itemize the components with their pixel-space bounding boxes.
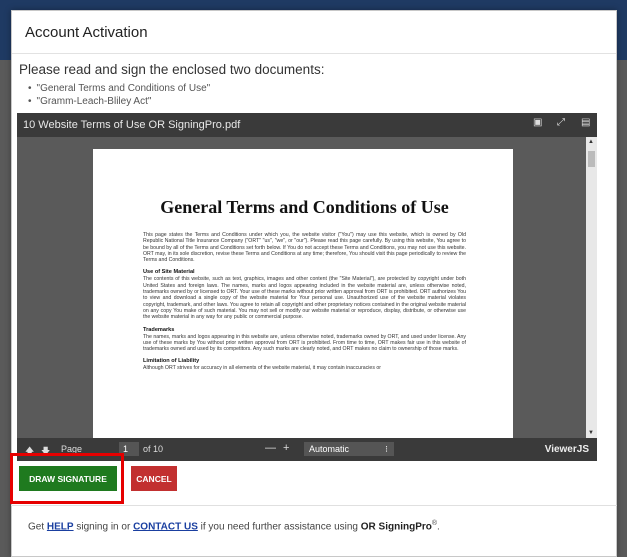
footer-text-tail: if you need further assistance using	[200, 521, 358, 533]
section-body: Although ORT strives for accuracy in all…	[143, 365, 381, 372]
modal-header: Account Activation	[12, 11, 616, 54]
section-body: The names, marks and logos appearing in …	[143, 333, 466, 353]
draw-signature-button[interactable]: DRAW SIGNATURE	[19, 466, 117, 491]
fullscreen-icon[interactable]: ⤢	[557, 118, 567, 128]
footer-divider	[11, 505, 617, 506]
signingpro-brand: OR SigningPro	[360, 521, 432, 533]
document-item-terms: "General Terms and Conditions of Use"	[28, 82, 211, 95]
scroll-down-icon[interactable]: ▼	[588, 430, 594, 436]
modal-title: Account Activation	[25, 24, 148, 41]
zoom-out-button[interactable]: —	[265, 442, 276, 454]
pdf-viewer: 10 Website Terms of Use OR SigningPro.pd…	[17, 113, 597, 461]
document-intro-paragraph: This page states the Terms and Condition…	[143, 232, 466, 264]
section-heading: Limitation of Liability	[143, 358, 200, 365]
footer-period: .	[437, 521, 440, 533]
document-list: "General Terms and Conditions of Use" "G…	[28, 82, 211, 108]
footer-text-mid: signing in or	[76, 521, 131, 533]
help-link[interactable]: HELP	[47, 521, 74, 532]
intro-text: Please read and sign the enclosed two do…	[19, 62, 325, 77]
viewer-toolbar: 10 Website Terms of Use OR SigningPro.pd…	[17, 113, 597, 137]
contact-us-link[interactable]: CONTACT US	[133, 521, 198, 532]
section-heading: Trademarks	[143, 326, 175, 333]
scroll-up-icon[interactable]: ▲	[588, 139, 594, 145]
help-footer: Get HELP signing in or CONTACT US if you…	[28, 520, 440, 532]
viewerjs-brand: ViewerJS	[544, 444, 589, 455]
chevron-updown-icon: ⁝	[385, 444, 388, 454]
footer-text-get: Get	[28, 521, 45, 533]
vertical-scrollbar[interactable]: ▲ ▼	[586, 137, 597, 438]
zoom-value: Automatic	[309, 444, 350, 454]
page-total: of 10	[143, 444, 164, 454]
document-page: General Terms and Conditions of Use This…	[93, 149, 513, 438]
viewer-filename: 10 Website Terms of Use OR SigningPro.pd…	[23, 119, 241, 131]
zoom-in-button[interactable]: +	[283, 442, 289, 454]
download-icon[interactable]: ▤	[581, 118, 591, 128]
document-scroll-area[interactable]: General Terms and Conditions of Use This…	[17, 137, 597, 438]
section-heading: Use of Site Material	[143, 269, 195, 276]
scrollbar-thumb[interactable]	[588, 151, 595, 167]
document-item-glba: "Gramm-Leach-Bliley Act"	[28, 95, 210, 108]
cancel-button[interactable]: CANCEL	[131, 466, 177, 491]
zoom-select[interactable]: Automatic ⁝	[304, 442, 394, 456]
section-body: The contents of this website, such as te…	[143, 276, 466, 321]
print-icon[interactable]: ▣	[533, 118, 543, 128]
document-title: General Terms and Conditions of Use	[160, 197, 449, 217]
viewer-tools: ▣ ⤢ ▤	[533, 118, 591, 128]
